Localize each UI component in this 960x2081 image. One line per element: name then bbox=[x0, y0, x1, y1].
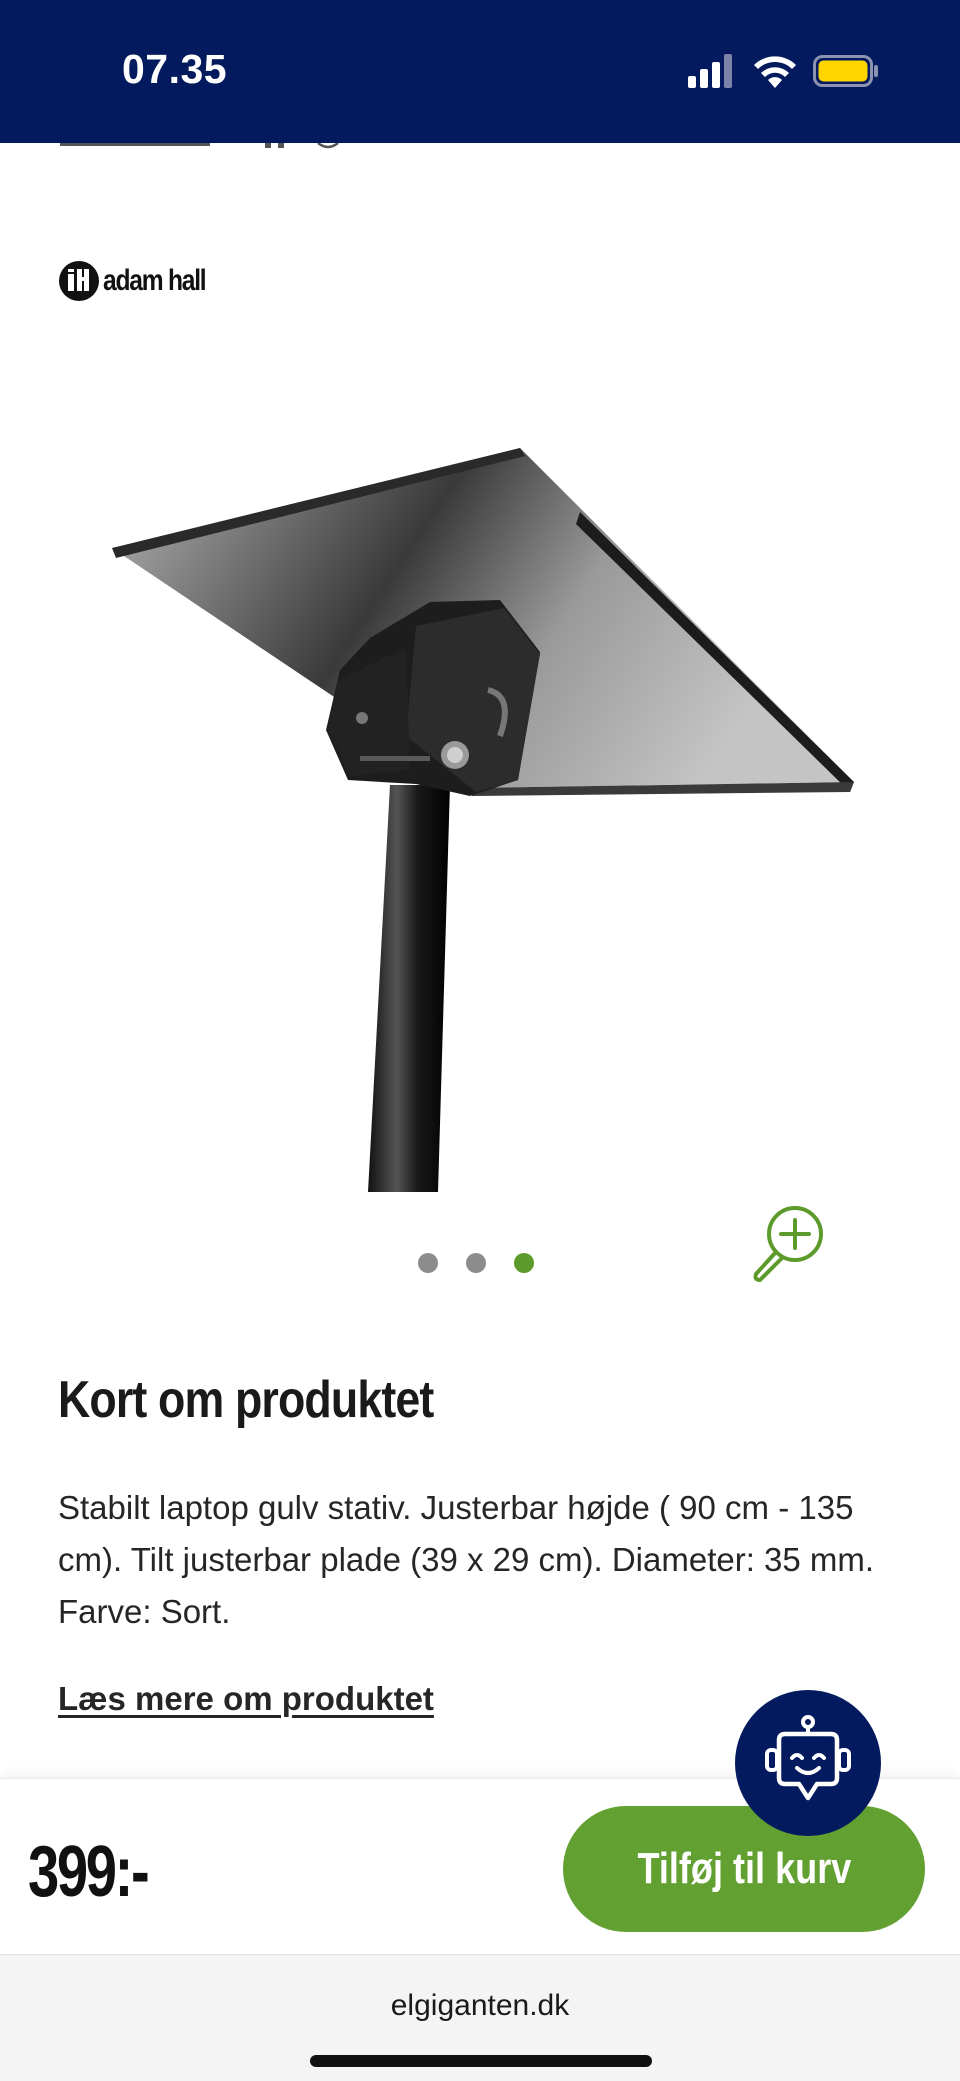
carousel-dots bbox=[418, 1253, 534, 1273]
add-to-cart-label: Tilføj til kurv bbox=[637, 1844, 851, 1893]
price: 399:- bbox=[28, 1832, 150, 1912]
battery-icon bbox=[813, 55, 878, 87]
url-field[interactable]: elgiganten.dk bbox=[0, 1989, 960, 2023]
chatbot-icon bbox=[765, 1715, 851, 1801]
zoom-in-icon[interactable] bbox=[748, 1196, 838, 1286]
chatbot-button[interactable] bbox=[735, 1690, 881, 1836]
carousel-dot-active[interactable] bbox=[514, 1253, 534, 1273]
product-summary-text: Stabilt laptop gulv stativ. Justerbar hø… bbox=[58, 1489, 875, 1630]
wifi-icon bbox=[754, 56, 796, 88]
status-bar: 07.35 bbox=[0, 0, 960, 143]
status-time: 07.35 bbox=[122, 46, 228, 92]
browser-bar: elgiganten.dk bbox=[0, 1954, 960, 2081]
add-to-cart-button[interactable]: Tilføj til kurv bbox=[563, 1806, 925, 1932]
signal-icon bbox=[688, 54, 732, 88]
section-title: Kort om produktet bbox=[58, 1371, 434, 1429]
carousel-dot[interactable] bbox=[466, 1253, 486, 1273]
product-image[interactable] bbox=[100, 440, 870, 1200]
brand-logo[interactable]: adam hall bbox=[58, 258, 228, 304]
read-more-link[interactable]: Læs mere om produktet bbox=[58, 1680, 434, 1718]
home-indicator[interactable] bbox=[310, 2055, 652, 2067]
scrolled-content-remnant bbox=[60, 143, 339, 149]
brand-name: adam hall bbox=[103, 264, 207, 297]
adam-hall-logo bbox=[59, 261, 99, 301]
carousel-dot[interactable] bbox=[418, 1253, 438, 1273]
